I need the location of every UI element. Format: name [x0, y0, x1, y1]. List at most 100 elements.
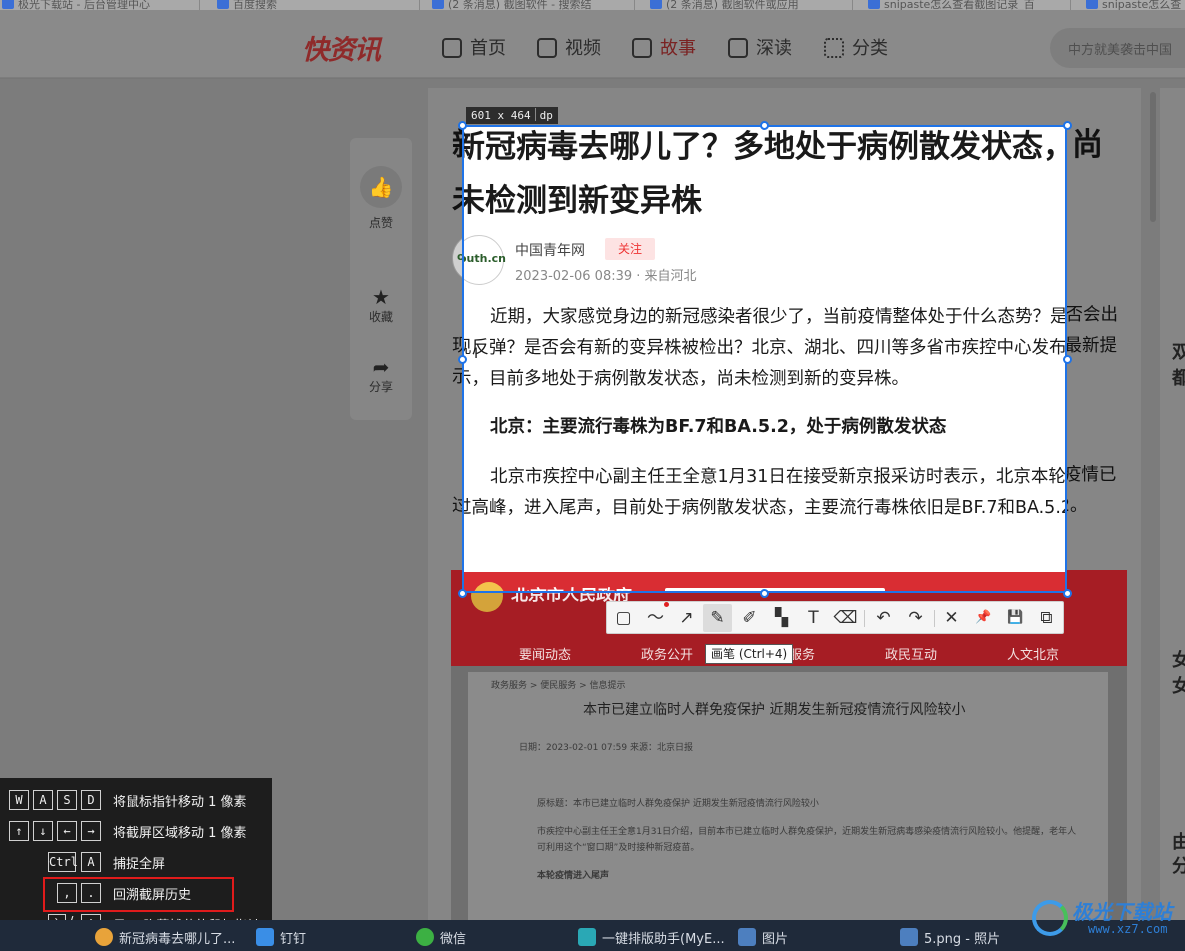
hint-desc: 将截屏区域移动 1 像素: [113, 826, 247, 841]
like-circle: 👍: [360, 166, 402, 208]
browser-tab-strip: 极光下载站 - 后台管理中心 百度搜索 (2 条消息) 截图软件 - 搜索结 (…: [0, 0, 1185, 10]
pin-tool[interactable]: 📌: [969, 604, 998, 632]
search-input[interactable]: 中方就美袭击中国: [1050, 28, 1185, 68]
favorite-label: 收藏: [368, 310, 393, 324]
key-cap: ↓: [33, 821, 53, 841]
arrow-tool[interactable]: ↗: [672, 604, 701, 632]
site-logo[interactable]: 快资讯: [302, 28, 381, 67]
text-tool[interactable]: T: [799, 604, 828, 632]
embed-date: 日期：2023-02-01 07:59 来源：北京日报: [519, 743, 693, 753]
save-tool[interactable]: 💾: [1001, 604, 1030, 632]
nav-category[interactable]: 分类: [824, 34, 888, 60]
sidebar-peek-text: 都: [1172, 368, 1185, 389]
tab-favicon-icon: [217, 0, 229, 9]
thumbs-up-icon: 👍: [368, 175, 394, 199]
resize-handle[interactable]: [760, 121, 769, 130]
nav-deep-read[interactable]: 深读: [728, 34, 792, 60]
taskbar-item[interactable]: 一键排版助手(MyE...: [578, 928, 725, 947]
taskbar-item[interactable]: 图片: [738, 928, 788, 947]
resize-handle[interactable]: [760, 589, 769, 598]
key-cap: Ctrl: [48, 852, 78, 872]
taskbar-item[interactable]: 微信: [416, 928, 466, 947]
favorite-button[interactable]: ★ 收藏: [350, 286, 412, 325]
browser-tab[interactable]: 极光下载站 - 后台管理中心: [0, 0, 200, 10]
like-label: 点赞: [368, 216, 393, 230]
mosaic-tool[interactable]: ▚: [767, 604, 796, 632]
copy-tool[interactable]: ⧉: [1032, 604, 1061, 632]
highlighter-tool[interactable]: ✐: [735, 604, 764, 632]
selection-size-label: 601 x 464 dp: [466, 107, 558, 124]
taskbar: 新冠病毒去哪儿了... 钉钉 微信 一键排版助手(MyE... 图片 5.png…: [0, 920, 1185, 951]
undo-tool[interactable]: ↶: [869, 604, 898, 632]
sidebar-peek-text: 双: [1172, 342, 1185, 363]
nav-home[interactable]: 首页: [442, 34, 506, 60]
hint-desc: 将鼠标指针移动 1 像素: [113, 795, 247, 810]
video-icon: [537, 38, 557, 58]
nav-story[interactable]: 故事: [632, 34, 696, 60]
watermark-url: www.xz7.com: [1088, 922, 1168, 936]
browser-tab[interactable]: snipaste怎么查: [1084, 0, 1185, 10]
story-icon: [632, 38, 652, 58]
article-subheading: 北京：主要流行毒株为BF.7和BA.5.2，处于病例散发状态: [490, 417, 947, 437]
pencil-tool[interactable]: ✎: [703, 604, 732, 632]
browser-tab[interactable]: (2 条消息) 截图软件或应用: [648, 0, 853, 10]
selection-content: 新冠病毒去哪儿了？多地处于病例散发状态，尚未检测到新变异株 outh.cn 中国…: [462, 127, 1067, 591]
hint-desc: 捕捉全屏: [113, 857, 166, 872]
size-unit: dp: [539, 109, 553, 122]
nav-video[interactable]: 视频: [537, 34, 601, 60]
share-label: 分享: [368, 380, 393, 394]
sidebar-peek-text: 由: [1172, 832, 1185, 853]
like-button[interactable]: 👍 点赞: [350, 166, 412, 231]
browser-tab[interactable]: (2 条消息) 截图软件 - 搜索结: [430, 0, 635, 10]
taskbar-item[interactable]: 钉钉: [256, 928, 306, 947]
close-tool[interactable]: ✕: [937, 604, 966, 632]
tab-favicon-icon: [868, 0, 880, 9]
label-divider: [534, 108, 536, 121]
taskbar-item[interactable]: 新冠病毒去哪儿了...: [95, 928, 235, 947]
sidebar-peek-text: 分: [1172, 856, 1185, 877]
star-icon: ★: [372, 285, 390, 309]
key-cap: A: [81, 852, 101, 872]
resize-handle[interactable]: [1063, 121, 1072, 130]
avatar-text: outh.cn: [462, 252, 507, 265]
eraser-tool[interactable]: ⌫: [831, 604, 860, 632]
resize-handle[interactable]: [1063, 589, 1072, 598]
embed-breadcrumb: 政务服务 > 便民服务 > 信息提示: [491, 681, 626, 691]
sidebar-peek-text: 女: [1172, 650, 1185, 671]
redo-tool[interactable]: ↷: [901, 604, 930, 632]
site-header: 快资讯 首页 视频 故事 深读 分类 中方就美袭击中国: [0, 10, 1185, 78]
embed-body-line: 市疾控中心副主任王全意1月31日介绍，目前本市已建立临时人群免疫保护，近期发生新…: [537, 827, 1077, 837]
browser-tab[interactable]: snipaste怎么查看截图记录_百: [866, 0, 1071, 10]
key-cap: ↑: [9, 821, 29, 841]
key-cap: S: [57, 790, 77, 810]
toolbar-divider: [864, 610, 865, 627]
watermark-logo-icon: [1032, 900, 1068, 936]
follow-button: 关注: [605, 238, 655, 260]
embed-nav-item: 政民互动: [885, 648, 938, 663]
key-cap: A: [33, 790, 53, 810]
article-paragraph: 北京市疾控中心副主任王全意1月31日在接受新京报采访时表示，北京本轮疫情已过高峰…: [462, 467, 1067, 518]
article-side-actions: 👍 点赞 ★ 收藏 ➦ 分享: [350, 138, 412, 420]
resize-handle[interactable]: [1063, 355, 1072, 364]
pencil-tooltip: 画笔 (Ctrl+4): [705, 644, 794, 664]
article-title: 新冠病毒去哪儿了？多地处于病例散发状态，尚未检测到新变异株: [462, 129, 1067, 219]
scrollbar[interactable]: [1150, 92, 1156, 222]
size-value: 601 x 464: [471, 109, 531, 122]
highlight-annotation-box: [43, 877, 234, 912]
tab-favicon-icon: [1086, 0, 1098, 9]
share-button[interactable]: ➦ 分享: [350, 356, 412, 395]
resize-handle[interactable]: [458, 589, 467, 598]
toolbar-divider: [934, 610, 935, 627]
tab-favicon-icon: [432, 0, 444, 9]
hint-row: Ctrl A 捕捉全屏: [0, 852, 272, 874]
article-meta: 2023-02-06 08:39 · 来自河北: [515, 269, 697, 284]
right-sidebar: [1160, 88, 1185, 920]
rectangle-tool[interactable]: ▢: [609, 604, 638, 632]
capture-selection[interactable]: 新冠病毒去哪儿了？多地处于病例散发状态，尚未检测到新变异株 outh.cn 中国…: [462, 125, 1067, 593]
taskbar-item[interactable]: 5.png - 照片: [900, 928, 1000, 947]
browser-icon: [95, 928, 113, 946]
browser-tab[interactable]: 百度搜索: [215, 0, 420, 10]
resize-handle[interactable]: [458, 355, 467, 364]
author-avatar: outh.cn: [462, 235, 507, 285]
curve-tool[interactable]: 〜: [641, 604, 670, 632]
